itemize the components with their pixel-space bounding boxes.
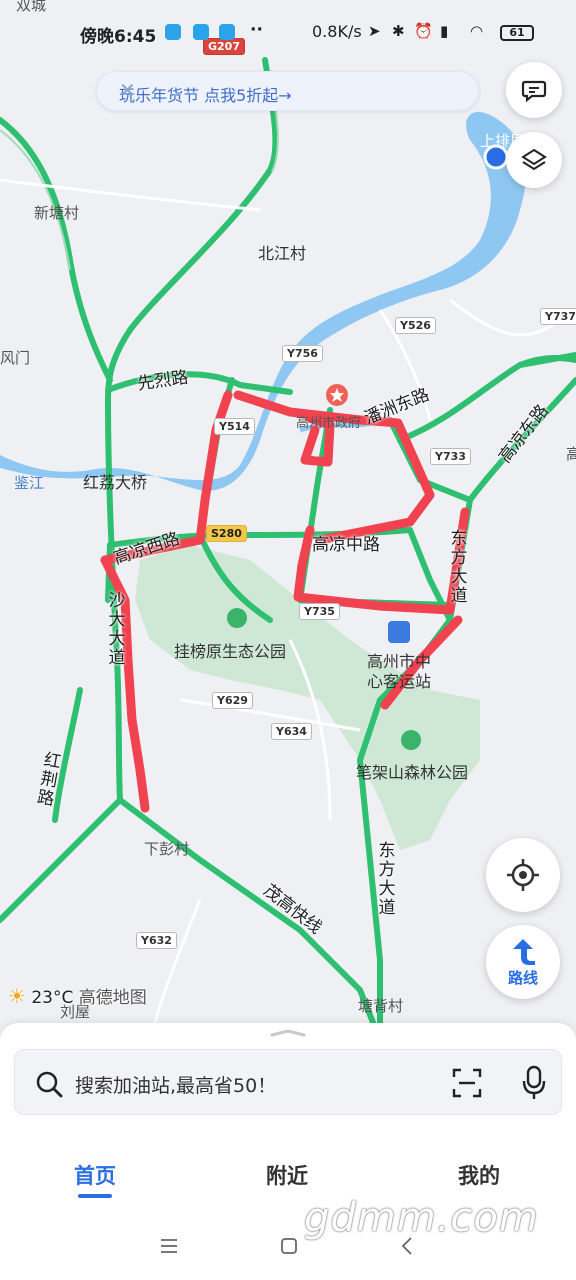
feedback-button[interactable]: [506, 62, 562, 118]
place-label: 塘背村: [358, 997, 404, 1015]
route-shield: Y632: [136, 932, 177, 949]
bluetooth-icon: ✱: [392, 22, 405, 40]
road-label-vertical: 东方大道: [450, 529, 468, 606]
network-speed: 0.8K/s: [312, 22, 362, 41]
route-shield: Y737: [540, 308, 576, 325]
place-label: 下彭村: [144, 840, 190, 858]
tab-home[interactable]: 首页: [74, 1160, 116, 1198]
notification-icon: [165, 24, 181, 40]
brand-label: 高德地图: [78, 988, 147, 1008]
layers-icon: [521, 148, 547, 171]
route-arrow-icon: [513, 938, 535, 965]
route-shield: Y733: [430, 448, 471, 465]
route-shield: Y629: [212, 692, 253, 709]
signal-icon: ▮: [440, 22, 449, 40]
wifi-icon: ◠: [470, 22, 484, 40]
alarm-icon: ⏰: [414, 22, 433, 40]
place-label: 红荔大桥: [83, 473, 148, 492]
route-shield: Y735: [299, 603, 340, 620]
tab-nearby[interactable]: 附近: [266, 1160, 308, 1190]
search-icon: [36, 1071, 63, 1098]
map-label-top: 双城: [16, 0, 47, 14]
place-label: 笔架山森林公园: [356, 763, 469, 782]
watermark: gdmm.com: [304, 1195, 539, 1241]
road-label-vertical: 东方大道: [378, 841, 396, 918]
route-button-label: 路线: [507, 968, 538, 987]
route-shield: Y526: [395, 317, 436, 334]
road-label-vertical: 沙大大道: [108, 591, 126, 668]
status-bar: 傍晚6:45 ·· 0.8K/s ➤ ✱ ⏰ ▮ ◠ 61: [0, 14, 576, 50]
message-icon: [521, 80, 547, 103]
layers-button[interactable]: [506, 132, 562, 188]
sheet-handle-icon[interactable]: [270, 1029, 306, 1037]
bottom-sheet[interactable]: 搜索加油站,最高省50！: [0, 1023, 576, 1138]
road-label: 高凉中路: [312, 535, 380, 555]
crosshair-icon: [507, 859, 539, 891]
scan-icon[interactable]: [451, 1067, 483, 1099]
route-shield: Y514: [214, 418, 255, 435]
place-label: 挂榜原生态公园: [174, 642, 287, 661]
search-input[interactable]: 搜索加油站,最高省50！: [75, 1071, 276, 1098]
location-arrow-icon: ➤: [368, 22, 381, 40]
notification-icon: [193, 24, 209, 40]
route-shield: Y756: [282, 345, 323, 362]
tab-mine[interactable]: 我的: [458, 1160, 500, 1190]
notification-icon: [219, 24, 235, 40]
more-notifications-icon: ··: [250, 20, 263, 40]
route-shield: Y634: [271, 723, 312, 740]
place-label: 北江村: [258, 244, 307, 263]
menu-icon[interactable]: [160, 1238, 178, 1254]
river-label: 鉴江: [14, 474, 45, 492]
locate-me-button[interactable]: [486, 838, 560, 912]
place-label: 新塘村: [34, 204, 80, 222]
weather-widget: ☀ 23°C 高德地图: [8, 983, 147, 1008]
home-icon[interactable]: [280, 1237, 298, 1255]
route-button[interactable]: 路线: [486, 925, 560, 999]
sun-icon: ☀: [8, 984, 26, 1008]
park-area: [135, 545, 480, 850]
weather-temp: 23°C: [31, 988, 74, 1008]
battery-indicator: 61: [500, 25, 534, 41]
microphone-icon[interactable]: [521, 1065, 547, 1101]
search-bar[interactable]: 搜索加油站,最高省50！: [14, 1049, 562, 1115]
poi-label: 高州市政府: [296, 416, 362, 431]
close-icon[interactable]: ✕: [119, 78, 470, 102]
promo-banner[interactable]: 玩乐年货节 点我5折起→ ✕: [96, 71, 479, 111]
status-time: 傍晚6:45: [80, 27, 157, 47]
place-label: 高: [566, 445, 576, 463]
place-label: 心客运站: [367, 672, 432, 691]
place-label: 风门: [0, 349, 31, 367]
route-shield: S280: [206, 525, 247, 542]
